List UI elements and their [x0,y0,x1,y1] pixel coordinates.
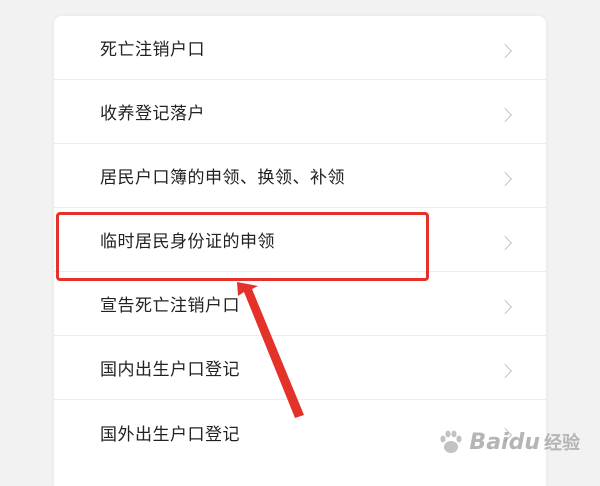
list-item-label: 国内出生户口登记 [100,360,240,380]
list-item-label: 收养登记落户 [100,104,205,124]
list-item-declared-death-deregistration[interactable]: 宣告死亡注销户口 [54,272,546,336]
watermark-sub: 经验 [544,433,580,454]
list-item-temporary-id-card[interactable]: 临时居民身份证的申领 [54,208,546,272]
list-item-overseas-birth-registration[interactable]: 国外出生户口登记 [54,400,546,464]
list-item-adoption-registration[interactable]: 收养登记落户 [54,80,546,144]
service-list: 死亡注销户口 收养登记落户 居民户口簿的申领、换领、补领 临时居民身份证的申领 … [54,16,546,464]
list-item-label: 国外出生户口登记 [100,424,240,445]
list-item-household-booklet[interactable]: 居民户口簿的申领、换领、补领 [54,144,546,208]
chevron-right-icon [497,299,513,314]
chevron-right-icon [497,363,513,378]
list-item-label: 宣告死亡注销户口 [100,296,240,316]
service-list-card: 死亡注销户口 收养登记落户 居民户口簿的申领、换领、补领 临时居民身份证的申领 … [54,16,546,486]
list-item-label: 居民户口簿的申领、换领、补领 [100,168,345,188]
list-item-label: 死亡注销户口 [100,40,205,60]
chevron-right-icon [497,427,513,443]
chevron-right-icon [497,107,513,122]
list-item-domestic-birth-registration[interactable]: 国内出生户口登记 [54,336,546,400]
chevron-right-icon [497,235,513,250]
list-item-death-deregistration[interactable]: 死亡注销户口 [54,16,546,80]
list-item-label: 临时居民身份证的申领 [100,232,275,252]
chevron-right-icon [497,171,513,186]
chevron-right-icon [497,43,513,58]
